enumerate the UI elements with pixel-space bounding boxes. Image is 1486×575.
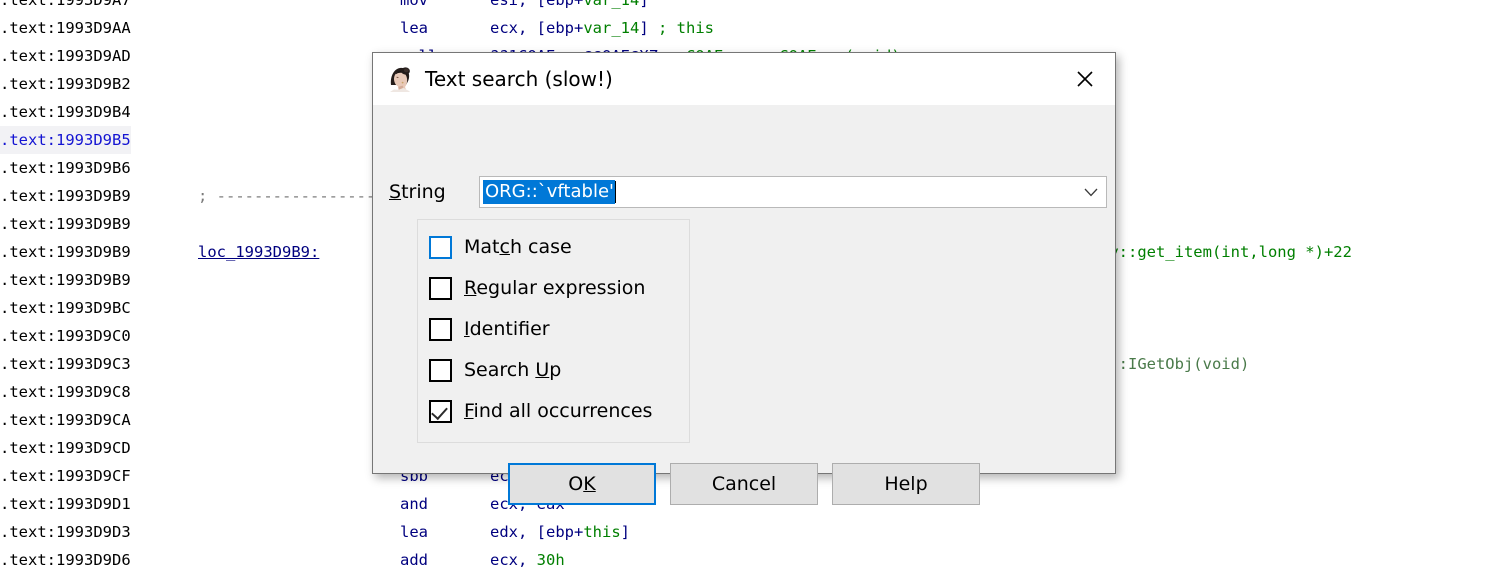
- checkbox-box-regular-expression[interactable]: [429, 276, 452, 300]
- disasm-line[interactable]: .text:1993D9A7 mov esi, [ebp+var_14]: [0, 0, 1486, 14]
- disasm-address: .text:1993D9B5: [0, 126, 131, 154]
- checkbox-match-case[interactable]: Match case: [429, 233, 572, 261]
- dialog-body: String ORG::`vftable' Match caseRegular …: [373, 105, 1115, 505]
- disasm-mnemonic: mov: [400, 0, 428, 9]
- checkbox-find-all-occurrences[interactable]: Find all occurrences: [429, 397, 652, 425]
- disasm-label[interactable]: loc_1993D9B9:: [198, 238, 319, 266]
- disasm-mnemonic: and: [400, 495, 428, 513]
- checkbox-label-identifier: Identifier: [464, 318, 550, 340]
- help-button[interactable]: Help: [832, 463, 980, 505]
- checkbox-search-up[interactable]: Search Up: [429, 356, 561, 384]
- search-options-group: Match case Regular expression Identifier Se…: [417, 219, 690, 443]
- disasm-address: .text:1993D9B9: [0, 187, 131, 205]
- dialog-titlebar[interactable]: Text search (slow!): [373, 53, 1115, 105]
- checkbox-regular-expression[interactable]: Regular expression: [429, 274, 645, 302]
- search-string-combobox[interactable]: ORG::`vftable': [479, 176, 1107, 208]
- disasm-address: .text:1993D9B9: [0, 243, 131, 261]
- disasm-operands: ecx, [ebp+var_14] ; this: [490, 19, 714, 37]
- disasm-line[interactable]: .text:1993D9D6 add ecx, 30h: [0, 546, 1486, 574]
- disasm-address: .text:1993D9D6: [0, 551, 131, 569]
- disasm-address: .text:1993D9CA: [0, 411, 131, 429]
- disasm-mnemonic: lea: [400, 523, 428, 541]
- checkbox-box-find-all-occurrences[interactable]: [429, 399, 452, 423]
- disasm-mnemonic: lea: [400, 19, 428, 37]
- disasm-address: .text:1993D9CF: [0, 467, 131, 485]
- checkbox-label-search-up: Search Up: [464, 359, 562, 381]
- disasm-address: .text:1993D9CD: [0, 439, 131, 457]
- dialog-title: Text search (slow!): [425, 67, 613, 91]
- disasm-line[interactable]: .text:1993D9D3 lea edx, [ebp+this]: [0, 518, 1486, 546]
- disasm-address: .text:1993D9C3: [0, 355, 131, 373]
- ida-logo-icon: [385, 64, 415, 94]
- disasm-operands: ecx, 30h: [490, 551, 565, 569]
- checkbox-label-regular-expression: Regular expression: [464, 277, 646, 299]
- search-input[interactable]: ORG::`vftable': [483, 180, 615, 204]
- cancel-button-label: Cancel: [711, 473, 777, 495]
- disasm-address: .text:1993D9D3: [0, 523, 131, 541]
- string-label-mnemonic: S: [389, 181, 402, 203]
- disasm-line[interactable]: .text:1993D9AA lea ecx, [ebp+var_14] ; thi…: [0, 14, 1486, 42]
- disasm-address: .text:1993D9A7: [0, 0, 131, 9]
- disasm-address: .text:1993D9AD: [0, 47, 131, 65]
- disasm-address: .text:1993D9B9: [0, 215, 131, 233]
- close-icon[interactable]: [1063, 59, 1107, 99]
- disasm-operands: esi, [ebp+var_14]: [490, 0, 649, 9]
- checkbox-label-find-all-occurrences: Find all occurrences: [464, 400, 653, 422]
- checkbox-identifier[interactable]: Identifier: [429, 315, 550, 343]
- disasm-address: .text:1993D9D1: [0, 495, 131, 513]
- checkbox-label-match-case: Match case: [464, 236, 572, 258]
- text-caret: [614, 181, 616, 203]
- checkbox-box-identifier[interactable]: [429, 317, 452, 341]
- disasm-address: .text:1993D9BC: [0, 299, 131, 317]
- check-icon: [431, 402, 448, 420]
- disasm-address: .text:1993D9B4: [0, 103, 131, 121]
- text-search-dialog: Text search (slow!) String ORG::`vftable…: [372, 52, 1116, 505]
- disasm-address: .text:1993D9C0: [0, 327, 131, 345]
- string-label: String: [389, 181, 479, 203]
- cancel-button[interactable]: Cancel: [670, 463, 818, 505]
- string-field-row: String ORG::`vftable': [389, 176, 1107, 208]
- ok-button-mnemonic: K: [583, 473, 596, 495]
- disasm-operands: edx, [ebp+this]: [490, 523, 630, 541]
- disasm-mnemonic: add: [400, 551, 428, 569]
- disasm-address: .text:1993D9B2: [0, 75, 131, 93]
- ok-button-label: OK: [568, 473, 596, 495]
- disasm-address: .text:1993D9B9: [0, 271, 131, 289]
- disasm-address: .text:1993D9B6: [0, 159, 131, 177]
- disasm-address: .text:1993D9AA: [0, 19, 131, 37]
- checkbox-box-match-case[interactable]: [429, 235, 452, 259]
- checkbox-box-search-up[interactable]: [429, 358, 452, 382]
- ok-button[interactable]: OK: [508, 463, 656, 505]
- help-button-label: Help: [884, 473, 928, 495]
- string-label-rest: tring: [401, 181, 446, 203]
- chevron-down-icon[interactable]: [1076, 177, 1106, 207]
- disasm-address: .text:1993D9C8: [0, 383, 131, 401]
